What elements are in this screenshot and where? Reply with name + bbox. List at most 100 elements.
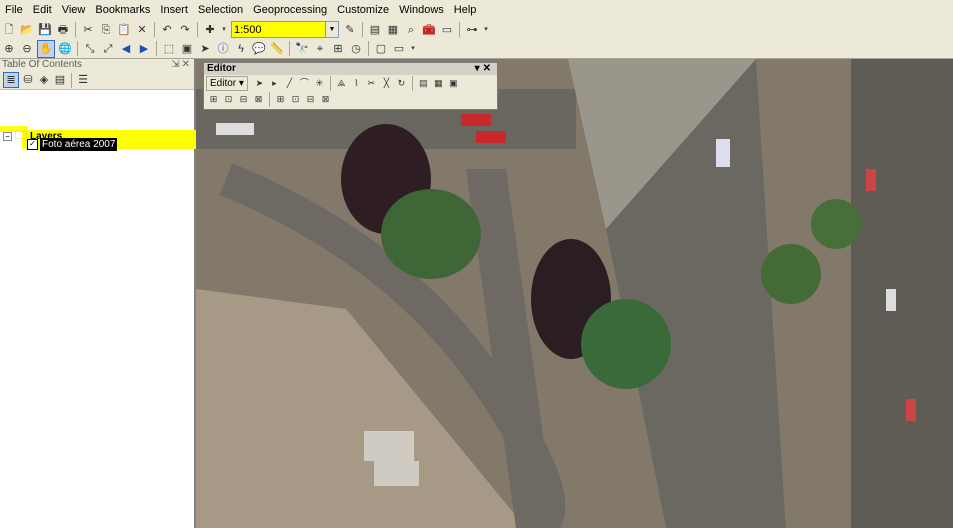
car xyxy=(886,289,896,311)
delete-icon[interactable]: ✕ xyxy=(134,22,150,38)
open-folder-icon[interactable]: 📂 xyxy=(19,22,35,38)
fixed-zoom-in-icon[interactable]: ⤡ xyxy=(82,41,98,57)
select-elements-arrow-icon[interactable]: ➤ xyxy=(197,41,213,57)
menu-insert[interactable]: Insert xyxy=(155,0,193,20)
menu-view[interactable]: View xyxy=(57,0,91,20)
map-scale-combo[interactable]: ▼ xyxy=(231,21,339,38)
car xyxy=(476,131,506,143)
zoom-in-icon[interactable]: ⊕ xyxy=(1,41,17,57)
list-by-drawing-order-icon[interactable]: ≣ xyxy=(3,72,19,88)
close-icon[interactable]: ✕ xyxy=(182,59,192,70)
attributes-icon[interactable]: ▤ xyxy=(417,77,430,90)
editor-toolbar-window[interactable]: Editor ▾✕ Editor ▾ ➤ ▸ ╱ ⌒ ✳ ⟁ ⌇ ✂ ╳ ↻ ▤… xyxy=(203,62,498,110)
topology-icon[interactable]: ⊞ xyxy=(207,93,220,106)
edit-vertices-icon[interactable]: ⟁ xyxy=(335,77,348,90)
collapse-icon[interactable]: − xyxy=(3,132,12,141)
redo-icon[interactable]: ↷ xyxy=(177,22,193,38)
add-data-icon[interactable]: ✚ xyxy=(202,22,218,38)
forward-arrow-icon[interactable]: ▶ xyxy=(136,41,152,57)
straight-segment-icon[interactable]: ╱ xyxy=(283,77,296,90)
time-slider-icon[interactable]: ◷ xyxy=(348,41,364,57)
layout-icon[interactable]: ▭ xyxy=(391,41,407,57)
list-by-visibility-icon[interactable]: ◈ xyxy=(37,73,51,87)
menu-bookmarks[interactable]: Bookmarks xyxy=(90,0,155,20)
copy-icon[interactable]: ⎘ xyxy=(98,22,114,38)
align-icon[interactable]: ⊟ xyxy=(237,93,250,106)
go-to-xy-icon[interactable]: ⊞ xyxy=(330,41,346,57)
pan-hand-icon[interactable]: ✋ xyxy=(37,39,55,58)
toolbar-separator xyxy=(156,41,157,56)
find-route-icon[interactable]: ⌖ xyxy=(312,41,328,57)
merge-icon[interactable]: ⊠ xyxy=(252,93,265,106)
hyperlink-icon[interactable]: ϟ xyxy=(233,41,249,57)
fixed-zoom-out-icon[interactable]: ⤢ xyxy=(100,41,116,57)
arctoolbox-icon[interactable]: 🧰 xyxy=(421,22,437,38)
zoom-out-icon[interactable]: ⊖ xyxy=(19,41,35,57)
menu-customize[interactable]: Customize xyxy=(332,0,394,20)
mirror-icon[interactable]: ⊟ xyxy=(304,93,317,106)
pin-icon[interactable]: ⇲ xyxy=(171,59,181,70)
editor-toolbar-icon[interactable]: ✎ xyxy=(342,22,358,38)
reshape-icon[interactable]: ⌇ xyxy=(350,77,363,90)
back-arrow-icon[interactable]: ◀ xyxy=(118,41,134,57)
map-scale-input[interactable] xyxy=(232,22,322,37)
find-binoculars-icon[interactable]: 🔭 xyxy=(294,41,310,57)
generalize-icon[interactable]: ⊞ xyxy=(274,93,287,106)
map-view[interactable] xyxy=(196,59,953,528)
rotate-icon[interactable]: ↻ xyxy=(395,77,408,90)
edit-tool-icon[interactable]: ➤ xyxy=(253,77,266,90)
menu-geoprocessing[interactable]: Geoprocessing xyxy=(248,0,332,20)
editor-titlebar[interactable]: Editor ▾✕ xyxy=(204,63,497,75)
menu-edit[interactable]: Edit xyxy=(28,0,57,20)
split-icon[interactable]: ╳ xyxy=(380,77,393,90)
select-features-icon[interactable]: ⬚ xyxy=(161,41,177,57)
full-extent-icon[interactable]: 🌐 xyxy=(57,41,73,57)
trace-icon[interactable]: ⊡ xyxy=(289,93,302,106)
edit-annotation-icon[interactable]: ▸ xyxy=(268,77,281,90)
list-by-source-icon[interactable]: ⛁ xyxy=(21,73,35,87)
model-builder-icon[interactable]: ⊶ xyxy=(464,22,480,38)
search-window-icon[interactable]: ⌕ xyxy=(403,22,419,38)
print-icon[interactable]: 🖶 xyxy=(55,22,71,38)
save-icon[interactable]: 💾 xyxy=(37,22,53,38)
viewer-window-icon[interactable]: ▢ xyxy=(373,41,389,57)
arc-segment-icon[interactable]: ⌒ xyxy=(298,77,311,90)
layer-row[interactable]: ✓ Foto aérea 2007 xyxy=(27,138,118,151)
validate-icon[interactable]: ⊠ xyxy=(319,93,332,106)
tree xyxy=(381,189,481,279)
toolbar-options-icon[interactable]: ▾ xyxy=(482,22,490,38)
point-icon[interactable]: ✳ xyxy=(313,77,326,90)
cut-icon[interactable]: ✂ xyxy=(80,22,96,38)
dropdown-arrow-icon[interactable]: ▾ xyxy=(220,22,228,38)
identify-icon[interactable]: ⓘ xyxy=(215,41,231,57)
html-popup-icon[interactable]: 💬 xyxy=(251,41,267,57)
create-features-icon[interactable]: ▣ xyxy=(447,77,460,90)
paste-icon[interactable]: 📋 xyxy=(116,22,132,38)
menu-help[interactable]: Help xyxy=(449,0,482,20)
new-icon[interactable]: 🗋 xyxy=(1,22,17,38)
menu-windows[interactable]: Windows xyxy=(394,0,449,20)
menu-selection[interactable]: Selection xyxy=(193,0,248,20)
close-icon[interactable]: ✕ xyxy=(483,63,494,74)
catalog-window-icon[interactable]: ▦ xyxy=(385,22,401,38)
toolbar-separator xyxy=(411,75,413,91)
measure-icon[interactable]: 📏 xyxy=(269,41,285,57)
undo-icon[interactable]: ↶ xyxy=(159,22,175,38)
clear-selection-icon[interactable]: ▣ xyxy=(179,41,195,57)
python-window-icon[interactable]: ▭ xyxy=(439,22,455,38)
building xyxy=(364,431,414,461)
chevron-down-icon[interactable]: ▼ xyxy=(325,22,338,37)
dropdown-arrow-icon[interactable]: ▾ xyxy=(475,63,483,74)
sketch-properties-icon[interactable]: ▦ xyxy=(432,77,445,90)
menu-file[interactable]: File xyxy=(0,0,28,20)
layer-visibility-checkbox[interactable]: ✓ xyxy=(27,139,38,150)
editor-tools-row: Editor ▾ ➤ ▸ ╱ ⌒ ✳ ⟁ ⌇ ✂ ╳ ↻ ▤ ▦ ▣ xyxy=(204,75,497,91)
cut-polygons-icon[interactable]: ✂ xyxy=(365,77,378,90)
list-by-selection-icon[interactable]: ▤ xyxy=(53,73,67,87)
options-icon[interactable]: ☰ xyxy=(76,73,90,87)
editor-menu-button[interactable]: Editor ▾ xyxy=(206,75,248,91)
toolbar-options-icon[interactable]: ▾ xyxy=(409,41,417,57)
snap-icon[interactable]: ⊡ xyxy=(222,93,235,106)
tree xyxy=(811,199,861,249)
toc-window-icon[interactable]: ▤ xyxy=(367,22,383,38)
